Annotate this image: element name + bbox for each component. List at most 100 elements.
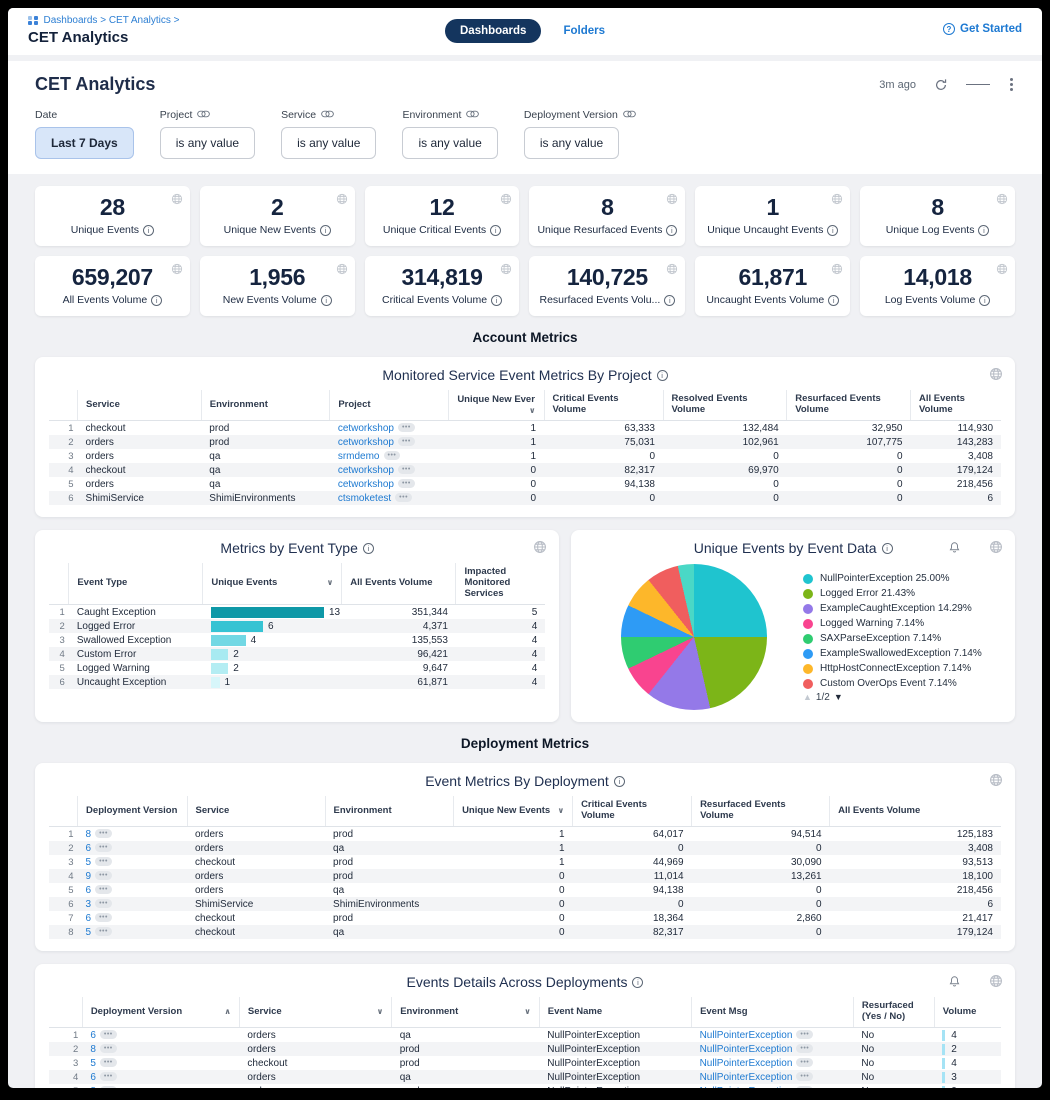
column-header[interactable]: Event Name [539,997,691,1028]
info-icon[interactable] [979,295,990,306]
cell-link[interactable]: srmdemo [338,451,380,462]
table-row[interactable]: 2Logged Error64,3714 [49,619,545,633]
column-header[interactable]: All Events Volume [830,796,1001,827]
column-header[interactable]: Service [78,390,202,421]
column-header[interactable]: Impacted Monitored Services [456,563,545,605]
metric-card[interactable]: 1Unique Uncaught Events [695,186,850,246]
more-badge[interactable] [95,899,112,908]
more-badge[interactable] [395,493,412,502]
sort-desc-icon[interactable]: ∨ [524,1007,531,1016]
legend-item[interactable]: SAXParseException 7.14% [803,632,1001,645]
column-header[interactable]: Unique New Events∨ [454,796,573,827]
globe-icon[interactable] [996,262,1008,280]
column-header[interactable]: Resurfaced Events Volume [692,796,830,827]
sort-asc-icon[interactable]: ∧ [224,1007,231,1016]
metric-card[interactable]: 659,207All Events Volume [35,256,190,316]
kebab-menu-icon[interactable] [973,541,977,559]
metric-card[interactable]: 14,018Log Events Volume [860,256,1015,316]
cell-link[interactable]: NullPointerException [700,1072,793,1083]
info-icon[interactable] [363,543,374,554]
more-badge[interactable] [398,465,415,474]
column-header[interactable]: Environment [201,390,330,421]
table-row[interactable]: 2ordersprodcetworkshop175,031102,961107,… [49,435,1001,449]
globe-icon[interactable] [996,192,1008,210]
more-badge[interactable] [796,1030,813,1039]
column-header[interactable]: Event Type [69,563,203,605]
cell-link[interactable]: 9 [86,871,92,882]
info-icon[interactable] [882,543,893,554]
more-badge[interactable] [796,1044,813,1053]
metric-card[interactable]: 61,871Uncaught Events Volume [695,256,850,316]
more-badge[interactable] [95,843,112,852]
legend-page-down-icon[interactable]: ▼ [834,692,843,702]
cell-link[interactable]: 6 [86,885,92,896]
info-icon[interactable] [491,295,502,306]
column-header[interactable]: Critical Events Volume [544,390,663,421]
cell-link[interactable]: 6 [86,843,92,854]
cell-link[interactable]: 5 [86,857,92,868]
table-row[interactable]: 5ordersqacetworkshop094,13800218,456 [49,477,1001,491]
table-row[interactable]: 6ShimiServiceShimiEnvironmentsctsmoketes… [49,491,1001,505]
more-badge[interactable] [398,423,415,432]
more-badge[interactable] [796,1086,813,1088]
info-icon[interactable] [151,295,162,306]
sort-desc-icon[interactable]: ∨ [529,406,536,415]
filter-value-button[interactable]: is any value [281,127,376,159]
filter-value-button[interactable]: is any value [160,127,255,159]
table-row[interactable]: 28ordersprodNullPointerExceptionNullPoin… [49,1042,1001,1056]
filter-value-button[interactable]: is any value [524,127,619,159]
cell-link[interactable]: cetworkshop [338,465,394,476]
legend-item[interactable]: Logged Error 21.43% [803,587,1001,600]
globe-icon[interactable] [171,262,183,280]
globe-icon[interactable] [533,540,547,559]
globe-icon[interactable] [666,262,678,280]
globe-icon[interactable] [500,192,512,210]
table-row[interactable]: 6Uncaught Exception161,8714 [49,675,545,689]
cell-link[interactable]: 8 [90,1086,96,1089]
bell-icon[interactable] [948,541,961,559]
column-header[interactable]: Environment [325,796,454,827]
metric-card[interactable]: 8Unique Resurfaced Events [529,186,685,246]
bell-icon[interactable] [948,975,961,993]
info-icon[interactable] [321,295,332,306]
table-row[interactable]: 35checkoutprod144,96930,09093,513 [49,855,1001,869]
more-badge[interactable] [95,829,112,838]
globe-icon[interactable] [500,262,512,280]
legend-item[interactable]: NullPointerException 25.00% [803,572,1001,585]
cell-link[interactable]: NullPointerException [700,1044,793,1055]
column-header[interactable]: All Events Volume [911,390,1002,421]
cell-link[interactable]: NullPointerException [700,1030,793,1041]
metric-card[interactable]: 2Unique New Events [200,186,355,246]
table-row[interactable]: 1checkoutprodcetworkshop163,333132,48432… [49,421,1001,436]
table-row[interactable]: 3Swallowed Exception4135,5534 [49,633,545,647]
globe-icon[interactable] [831,262,843,280]
column-header[interactable]: Critical Events Volume [573,796,692,827]
column-header[interactable]: All Events Volume [342,563,456,605]
column-header[interactable]: Resurfaced Events Volume [787,390,911,421]
globe-icon[interactable] [989,974,1003,993]
cell-link[interactable]: 8 [90,1044,96,1055]
metric-card[interactable]: 28Unique Events [35,186,190,246]
info-icon[interactable] [978,225,989,236]
column-header[interactable]: Resolved Events Volume [663,390,787,421]
table-row[interactable]: 63ShimiServiceShimiEnvironments0006 [49,897,1001,911]
table-row[interactable]: 4checkoutqacetworkshop082,31769,9700179,… [49,463,1001,477]
table-row[interactable]: 4Custom Error296,4214 [49,647,545,661]
cell-link[interactable]: ctsmoketest [338,493,391,504]
legend-item[interactable]: Logged Warning 7.14% [803,617,1001,630]
get-started-link[interactable]: Get Started [943,23,1022,35]
cell-link[interactable]: 3 [86,899,92,910]
table-row[interactable]: 58ordersprodNullPointerExceptionNullPoin… [49,1084,1001,1088]
more-badge[interactable] [100,1072,117,1081]
globe-icon[interactable] [989,773,1003,792]
cell-link[interactable]: 6 [86,913,92,924]
tab-dashboards[interactable]: Dashboards [445,19,541,43]
metric-card[interactable]: 12Unique Critical Events [365,186,520,246]
filter-icon[interactable] [966,82,990,88]
more-badge[interactable] [95,857,112,866]
more-badge[interactable] [95,927,112,936]
metric-card[interactable]: 8Unique Log Events [860,186,1015,246]
globe-icon[interactable] [989,540,1003,559]
table-row[interactable]: 1Caught Exception13351,3445 [49,605,545,620]
cell-link[interactable]: NullPointerException [700,1058,793,1069]
